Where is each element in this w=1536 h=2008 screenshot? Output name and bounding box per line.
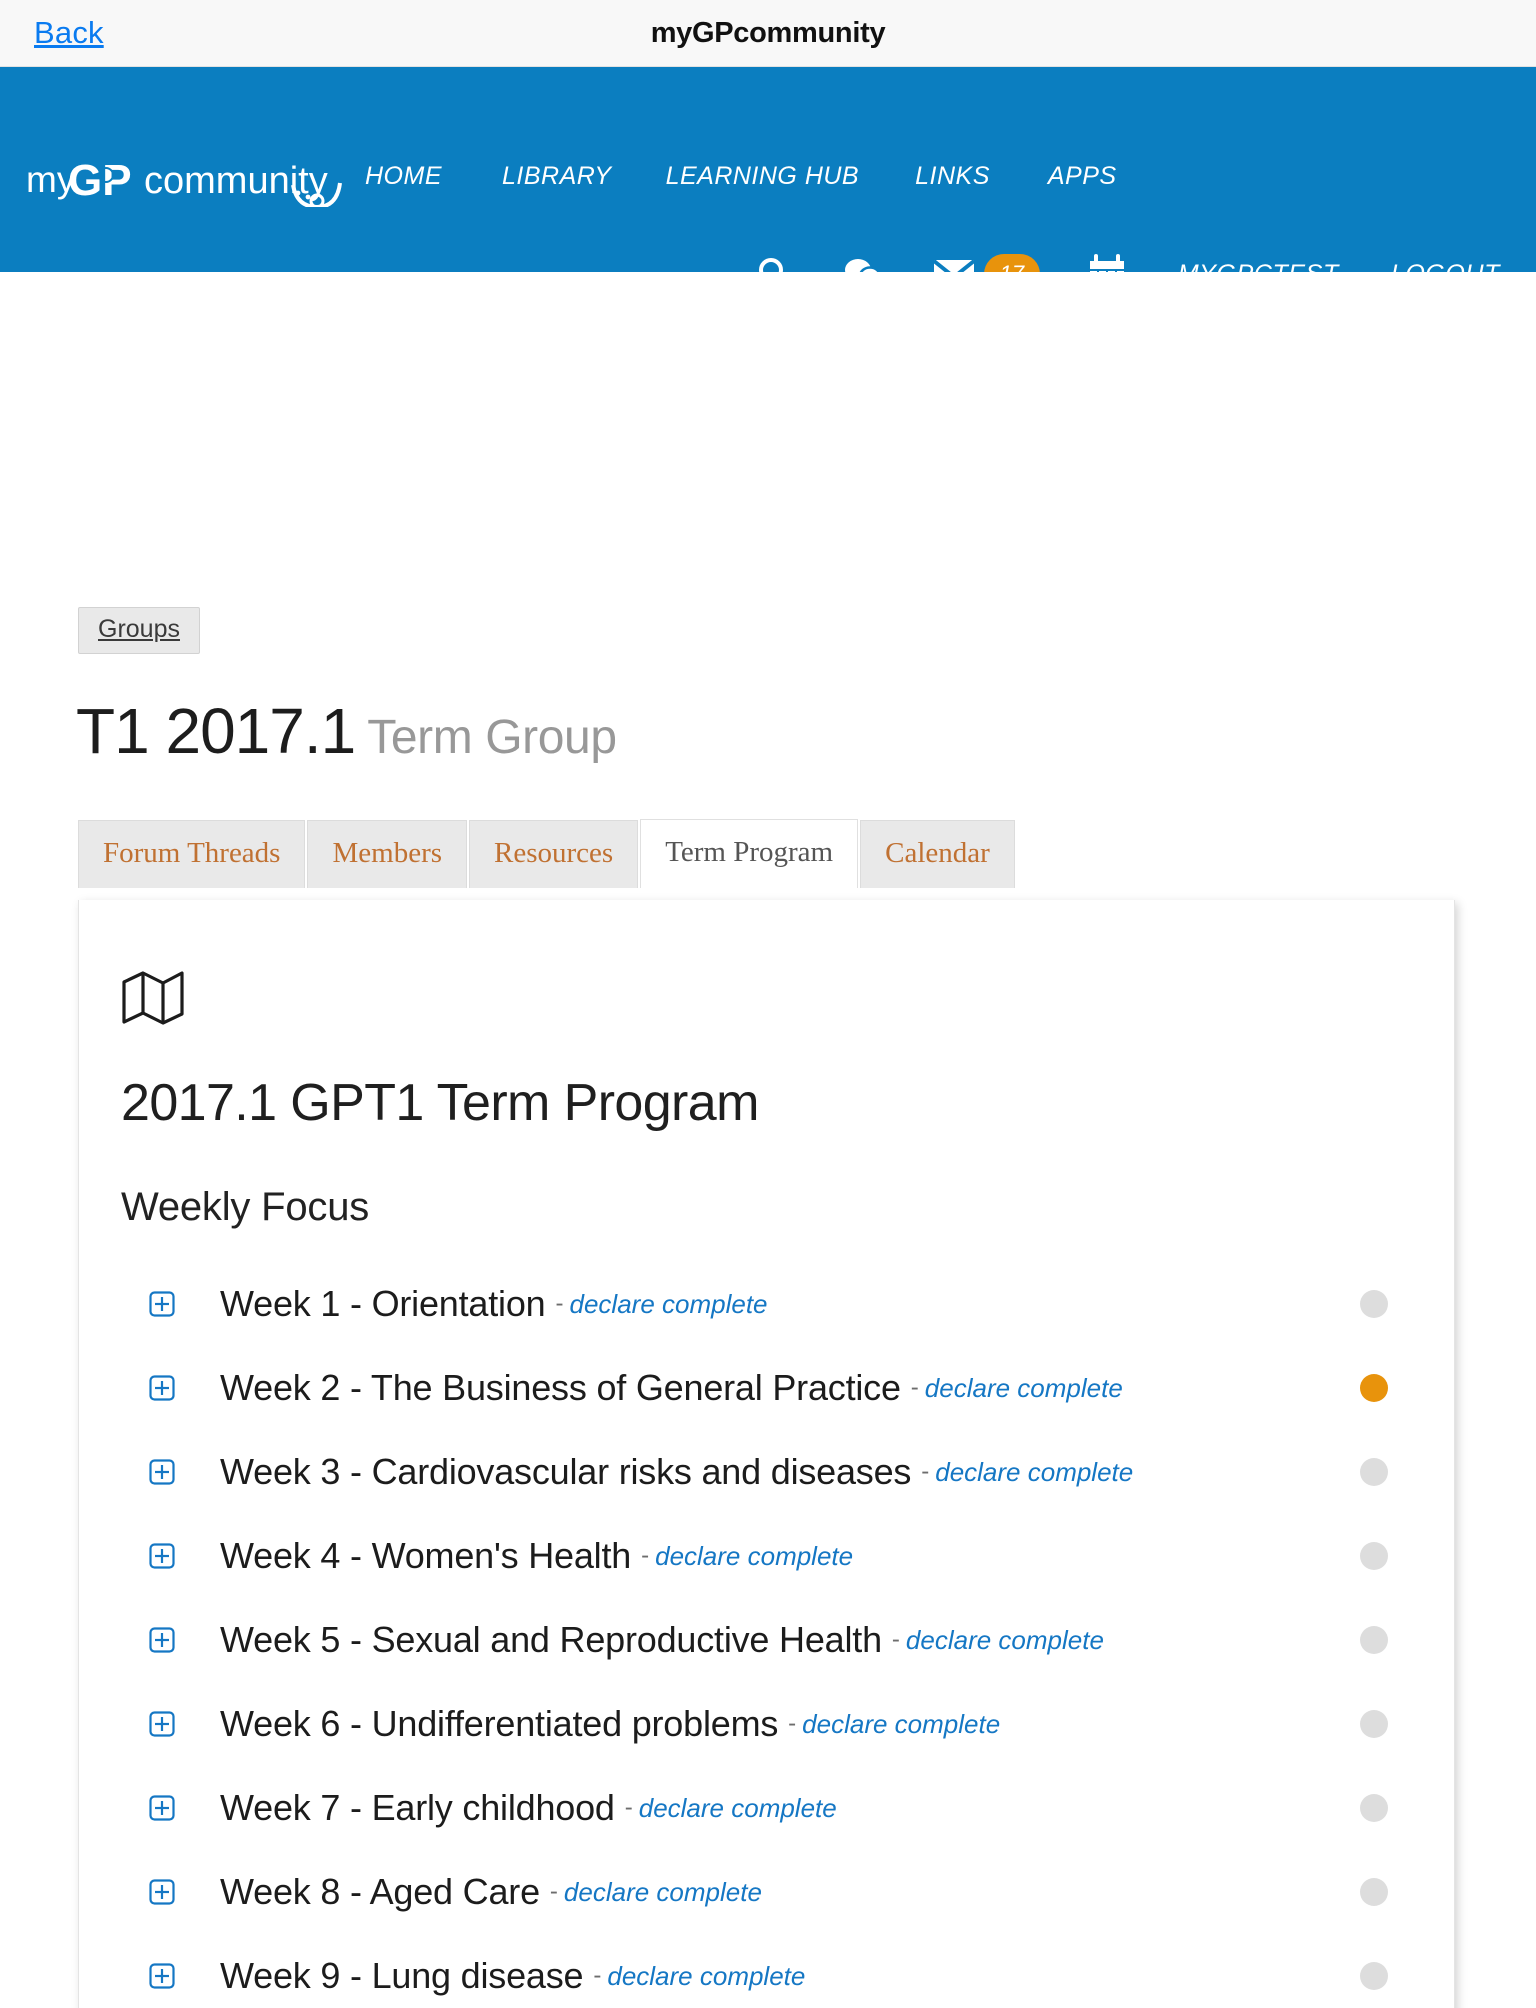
week-separator: - <box>788 1710 797 1737</box>
week-row: Week 9 - Lung disease - declare complete <box>121 1934 1398 2008</box>
week-row: Week 1 - Orientation - declare complete <box>121 1262 1398 1346</box>
breadcrumb-groups-button[interactable]: Groups <box>78 607 200 654</box>
group-tabs: Forum Threads Members Resources Term Pro… <box>78 819 1017 889</box>
weekly-focus-list: Week 1 - Orientation - declare complete Wee… <box>121 1262 1398 2008</box>
tab-resources[interactable]: Resources <box>469 820 639 889</box>
program-title: 2017.1 GPT1 Term Program <box>121 1074 759 1132</box>
week-separator: - <box>891 1626 900 1653</box>
week-row: Week 5 - Sexual and Reproductive Health -… <box>121 1598 1398 1682</box>
week-row: Week 2 - The Business of General Practic… <box>121 1346 1398 1430</box>
page-title-subtitle: Term Group <box>367 711 617 764</box>
nav-item-links[interactable]: LINKS <box>915 162 990 191</box>
week-title: Week 3 - Cardiovascular risks and diseas… <box>220 1451 912 1492</box>
week-separator: - <box>555 1290 564 1317</box>
week-title: Week 2 - The Business of General Practic… <box>220 1367 901 1408</box>
site-header: my GP community HOME LIBRARY LEARNING HU… <box>0 67 1536 294</box>
week-separator: - <box>921 1458 930 1485</box>
tab-forum-threads[interactable]: Forum Threads <box>78 820 306 889</box>
svg-text:GP: GP <box>68 156 132 205</box>
week-status-dot <box>1360 1374 1388 1402</box>
expand-plus-icon[interactable] <box>149 1711 175 1737</box>
week-status-dot <box>1360 1290 1388 1318</box>
declare-complete-link[interactable]: declare complete <box>570 1289 768 1320</box>
week-status-dot <box>1360 1542 1388 1570</box>
main-navigation: HOME LIBRARY LEARNING HUB LINKS APPS <box>365 162 1117 191</box>
declare-complete-link[interactable]: declare complete <box>906 1625 1104 1656</box>
expand-plus-icon[interactable] <box>149 1795 175 1821</box>
expand-plus-icon[interactable] <box>149 1963 175 1989</box>
week-row: Week 8 - Aged Care - declare complete <box>121 1850 1398 1934</box>
page-title-main: T1 2017.1 <box>76 695 356 767</box>
svg-text:community: community <box>144 160 328 202</box>
week-status-dot <box>1360 1878 1388 1906</box>
declare-complete-link[interactable]: declare complete <box>564 1877 762 1908</box>
week-title: Week 9 - Lung disease <box>220 1955 584 1996</box>
page-title: T1 2017.1 Term Group <box>76 694 617 768</box>
declare-complete-link[interactable]: declare complete <box>935 1457 1133 1488</box>
nav-item-apps[interactable]: APPS <box>1048 162 1117 191</box>
week-status-dot <box>1360 1710 1388 1738</box>
term-program-panel: 2017.1 GPT1 Term Program Weekly Focus We… <box>78 900 1455 2008</box>
week-status-dot <box>1360 1794 1388 1822</box>
expand-plus-icon[interactable] <box>149 1459 175 1485</box>
week-row: Week 4 - Women's Health - declare complete <box>121 1514 1398 1598</box>
week-status-dot <box>1360 1458 1388 1486</box>
week-row: Week 7 - Early childhood - declare complet… <box>121 1766 1398 1850</box>
week-separator: - <box>910 1374 919 1401</box>
nav-item-learning-hub[interactable]: LEARNING HUB <box>666 162 860 191</box>
declare-complete-link[interactable]: declare complete <box>639 1793 837 1824</box>
declare-complete-link[interactable]: declare complete <box>802 1709 1000 1740</box>
declare-complete-link[interactable]: declare complete <box>655 1541 853 1572</box>
expand-plus-icon[interactable] <box>149 1627 175 1653</box>
week-separator: - <box>641 1542 650 1569</box>
week-title: Week 6 - Undifferentiated problems <box>220 1703 779 1744</box>
week-status-dot <box>1360 1626 1388 1654</box>
declare-complete-link[interactable]: declare complete <box>925 1373 1123 1404</box>
week-separator: - <box>593 1962 602 1989</box>
nav-item-library[interactable]: LIBRARY <box>502 162 612 191</box>
week-title: Week 5 - Sexual and Reproductive Health <box>220 1619 882 1660</box>
week-title: Week 4 - Women's Health <box>220 1535 632 1576</box>
week-status-dot <box>1360 1962 1388 1990</box>
tab-members[interactable]: Members <box>307 820 468 889</box>
tab-calendar[interactable]: Calendar <box>860 820 1015 889</box>
back-button[interactable]: Back <box>34 15 104 51</box>
week-row: Week 3 - Cardiovascular risks and diseas… <box>121 1430 1398 1514</box>
week-row: Week 6 - Undifferentiated problems - decla… <box>121 1682 1398 1766</box>
weekly-focus-heading: Weekly Focus <box>121 1185 370 1229</box>
week-separator: - <box>549 1878 558 1905</box>
page-body: Groups T1 2017.1 Term Group Forum Threads… <box>0 272 1536 2008</box>
expand-plus-icon[interactable] <box>149 1543 175 1569</box>
week-title: Week 8 - Aged Care <box>220 1871 540 1912</box>
map-icon <box>121 970 1398 1031</box>
brand-logo[interactable]: my GP community <box>26 155 348 207</box>
expand-plus-icon[interactable] <box>149 1375 175 1401</box>
breadcrumb: Groups <box>78 607 200 654</box>
expand-plus-icon[interactable] <box>149 1291 175 1317</box>
week-title: Week 7 - Early childhood <box>220 1787 615 1828</box>
ios-page-title: myGPcommunity <box>650 16 886 49</box>
expand-plus-icon[interactable] <box>149 1879 175 1905</box>
tab-term-program[interactable]: Term Program <box>640 819 859 889</box>
ios-navigation-bar: Back myGPcommunity <box>0 0 1536 67</box>
declare-complete-link[interactable]: declare complete <box>607 1961 805 1992</box>
week-title: Week 1 - Orientation <box>220 1283 546 1324</box>
nav-item-home[interactable]: HOME <box>365 162 442 191</box>
week-separator: - <box>624 1794 633 1821</box>
